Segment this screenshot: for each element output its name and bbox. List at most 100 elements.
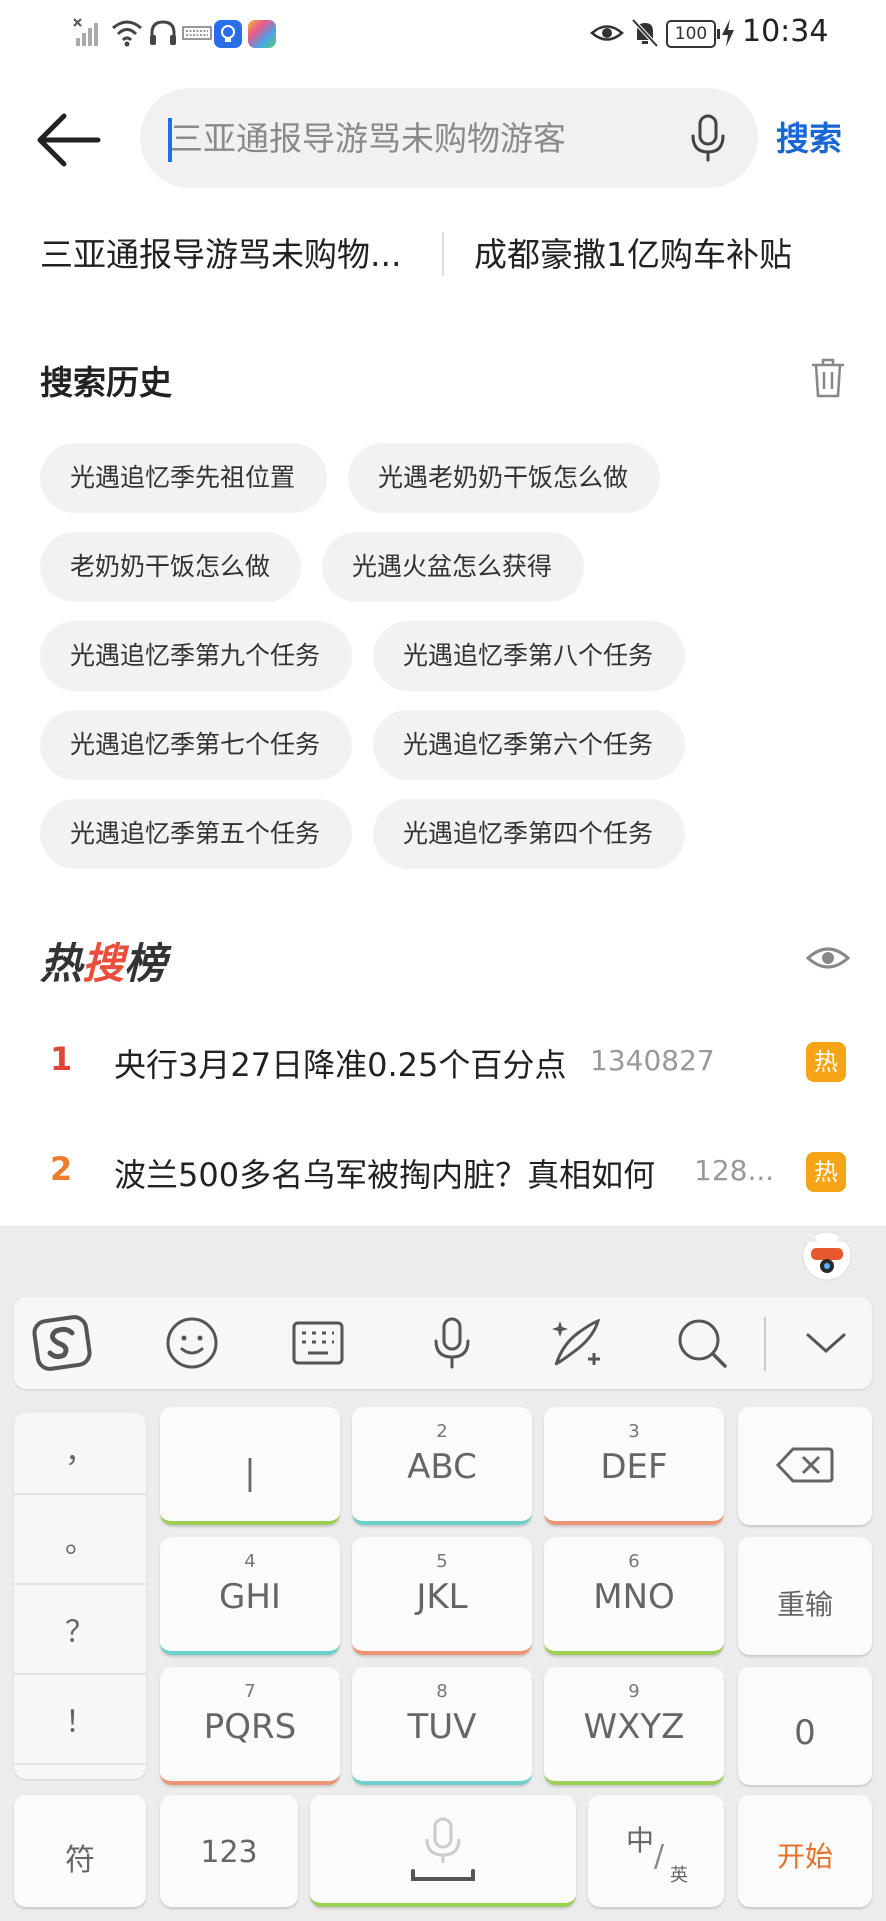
mascot-icon[interactable] [800,1228,854,1282]
key-label: PQRS [203,1707,297,1747]
key-label: 重输 [776,1588,833,1621]
key-mno[interactable]: 6 MNO [544,1537,724,1655]
history-chip[interactable]: 光遇追忆季先祖位置 [40,443,327,513]
headphones-icon [150,20,176,45]
key-number: 5 [436,1551,448,1572]
key-label: ABC [407,1447,477,1487]
key-label: | [244,1453,256,1493]
numeric-key[interactable]: 123 [160,1795,298,1907]
punctuation-column: ， 。 ？ ！ [14,1413,146,1779]
key-ghi[interactable]: 4 GHI [160,1537,340,1655]
backspace-key[interactable] [738,1407,872,1525]
hot-title: 央行3月27日降准0.25个百分点 [114,1046,567,1084]
hot-badge: 热 [806,1042,846,1082]
key-abc[interactable]: 2 ABC [352,1407,532,1525]
ime-keyboard: ， 。 ？ ！ | 2 ABC 3 DEF 4 GHI 5 JKL 6 MNO … [0,1226,886,1921]
slash-divider: / [654,1839,665,1874]
hot-count: 1340827 [590,1044,715,1077]
search-icon[interactable] [674,1315,730,1371]
search-button[interactable]: 搜索 [776,112,842,160]
hot-logo-char: 榜 [124,939,167,988]
key-sublabel: 英 [670,1865,688,1886]
key-label: WXYZ [583,1707,685,1747]
sogou-logo-icon[interactable] [30,1311,94,1375]
search-history-title: 搜索历史 [40,363,172,402]
symbol-key[interactable]: 符 [14,1795,146,1907]
toolbar-divider [764,1317,766,1371]
punctuation-key[interactable]: 。 [14,1503,146,1585]
language-switch-key[interactable]: 中 / 英 [588,1795,724,1907]
key-label: DEF [600,1447,668,1487]
hot-logo-char: 热 [40,939,83,988]
history-chip[interactable]: 光遇追忆季第四个任务 [373,799,685,869]
history-chip[interactable]: 光遇追忆季第九个任务 [40,621,352,691]
backspace-icon [775,1447,834,1483]
key-number: 2 [436,1421,448,1442]
history-chip[interactable]: 光遇追忆季第五个任务 [40,799,352,869]
key-number: 3 [628,1421,640,1442]
key-number: 6 [628,1551,640,1572]
key-jkl[interactable]: 5 JKL [352,1537,532,1655]
mute-icon [631,18,659,48]
suggestion-item[interactable]: 成都豪撒1亿购车补贴 [474,228,792,276]
start-key[interactable]: 开始 [738,1795,872,1907]
bulb-app-icon [214,20,242,48]
key-label: 0 [794,1713,816,1753]
punctuation-key[interactable]: ， [14,1413,146,1495]
wifi-icon [112,20,142,47]
key-tuv[interactable]: 8 TUV [352,1667,532,1785]
app-icon [248,20,276,48]
punctuation-key[interactable]: ？ [14,1593,146,1675]
keyboard-icon [182,26,212,40]
history-chip[interactable]: 光遇追忆季第七个任务 [40,710,352,780]
history-chip[interactable]: 老奶奶干饭怎么做 [40,532,301,602]
microphone-icon[interactable] [686,112,730,164]
key-wxyz[interactable]: 9 WXYZ [544,1667,724,1785]
hot-logo-char: 搜 [82,939,125,988]
search-box[interactable] [140,88,758,188]
key-label: 中 [626,1824,655,1857]
emoji-icon[interactable] [164,1315,220,1371]
space-key[interactable] [310,1795,576,1907]
eye-icon [590,25,624,41]
key-separator[interactable]: | [160,1407,340,1525]
keyboard-toolbar [14,1297,872,1389]
back-arrow-icon[interactable] [36,110,106,170]
punctuation-key[interactable]: ！ [14,1683,146,1765]
hot-board-logo: 热搜榜 [40,930,166,991]
key-label: GHI [219,1577,281,1617]
key-number: 8 [436,1681,448,1702]
key-number: 7 [244,1681,256,1702]
hot-rank: 1 [50,1040,73,1078]
history-chip[interactable]: 光遇老奶奶干饭怎么做 [348,443,660,513]
collapse-keyboard-icon[interactable] [798,1315,854,1371]
key-def[interactable]: 3 DEF [544,1407,724,1525]
status-bar: 100 10:34 [0,0,886,70]
key-number: 4 [244,1551,256,1572]
key-label: 符 [65,1843,95,1878]
key-zero[interactable]: 0 [738,1667,872,1785]
suggestion-item[interactable]: 三亚通报导游骂未购物... [40,228,401,276]
history-chip[interactable]: 光遇火盆怎么获得 [322,532,584,602]
history-chip[interactable]: 光遇追忆季第六个任务 [373,710,685,780]
hot-list-item[interactable]: 2 波兰500多名乌军被掏内脏？真相如何 128... 热 [0,1130,886,1212]
key-label: JKL [416,1577,468,1617]
handwriting-icon[interactable] [548,1315,604,1371]
key-label: TUV [407,1707,477,1747]
keyboard-layout-icon[interactable] [290,1315,346,1371]
hot-list-item[interactable]: 1 央行3月27日降准0.25个百分点 1340827 热 [0,1020,886,1102]
search-input[interactable] [170,88,640,188]
eye-icon[interactable] [806,940,850,976]
hot-badge: 热 [806,1152,846,1192]
voice-input-icon[interactable] [424,1315,480,1371]
history-chip[interactable]: 光遇追忆季第八个任务 [373,621,685,691]
reenter-key[interactable]: 重输 [738,1537,872,1655]
hot-count: 128... [694,1154,775,1187]
hot-title: 波兰500多名乌军被掏内脏？真相如何 [114,1156,656,1194]
key-label: MNO [593,1577,675,1617]
battery-indicator: 100 [666,20,720,48]
key-label: 开始 [776,1840,833,1873]
key-pqrs[interactable]: 7 PQRS [160,1667,340,1785]
hot-rank: 2 [50,1150,73,1188]
trash-icon[interactable] [808,356,848,400]
